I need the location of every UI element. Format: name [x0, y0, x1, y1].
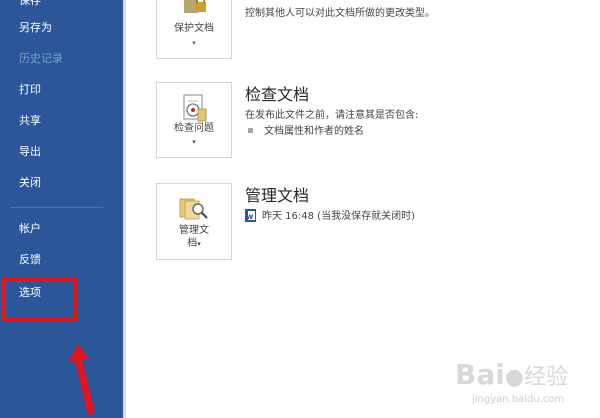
chevron-down-icon: ▾ [192, 138, 196, 146]
sidebar-item-feedback[interactable]: 反馈 [19, 253, 41, 267]
version-entry[interactable]: 昨天 16:48 (当我没保存就关闭时) [262, 210, 415, 223]
sidebar-divider [10, 207, 103, 208]
inspect-document-label: 检查问题 [174, 123, 214, 134]
manage-document-label-line2: 档 [187, 238, 198, 249]
watermark-suffix: 经验 [524, 365, 569, 390]
annotation-arrow-icon [68, 344, 95, 415]
protect-description: 控制其他人可以对此文档所做的更改类型。 [245, 8, 435, 19]
sidebar-item-history: 历史记录 [19, 52, 63, 65]
sidebar-item-account[interactable]: 帐户 [19, 222, 41, 236]
chevron-down-icon: ▾ [192, 39, 196, 47]
manage-title: 管理文档 [245, 186, 310, 205]
inspect-title: 检查文档 [245, 85, 310, 104]
sidebar-item-print[interactable]: 打印 [19, 83, 41, 97]
sidebar-item-export[interactable]: 导出 [19, 145, 41, 159]
watermark-brand: Bai [455, 358, 505, 391]
panel-edge [123, 0, 126, 418]
inspect-document-button[interactable]: 检查问题 ▾ [156, 82, 232, 158]
sidebar-item-share[interactable]: 共享 [19, 114, 41, 128]
manage-document-button[interactable]: 管理文 档▾ [156, 183, 232, 260]
paw-icon: ● [504, 365, 525, 390]
watermark-logo: Bai●经验 [455, 358, 568, 391]
lock-icon [184, 0, 206, 13]
inspect-description: 在发布此文件之前，请注意其是否包含: [245, 110, 419, 121]
watermark-url: jingyan.baidu.com [472, 394, 565, 405]
manage-document-label-line1: 管理文 [179, 225, 209, 236]
inspect-document-icon [183, 94, 207, 122]
word-document-icon: w [245, 209, 256, 222]
inspect-bullet-text: 文档属性和作者的姓名 [264, 126, 364, 137]
manage-document-icon [179, 198, 208, 220]
sidebar-item-save[interactable]: 保存 [19, 0, 41, 8]
sidebar-item-save-as[interactable]: 另存为 [19, 21, 52, 35]
manage-document-label-line2-wrap: 档▾ [157, 237, 231, 251]
chevron-down-icon: ▾ [197, 240, 201, 248]
protect-document-button[interactable]: 保护文档 ▾ [156, 0, 232, 59]
bullet-icon [248, 128, 253, 133]
protect-document-label: 保护文档 [174, 23, 214, 34]
svg-text:w: w [246, 212, 254, 221]
annotation-highlight-box [2, 277, 77, 322]
sidebar-item-close[interactable]: 关闭 [19, 176, 41, 190]
